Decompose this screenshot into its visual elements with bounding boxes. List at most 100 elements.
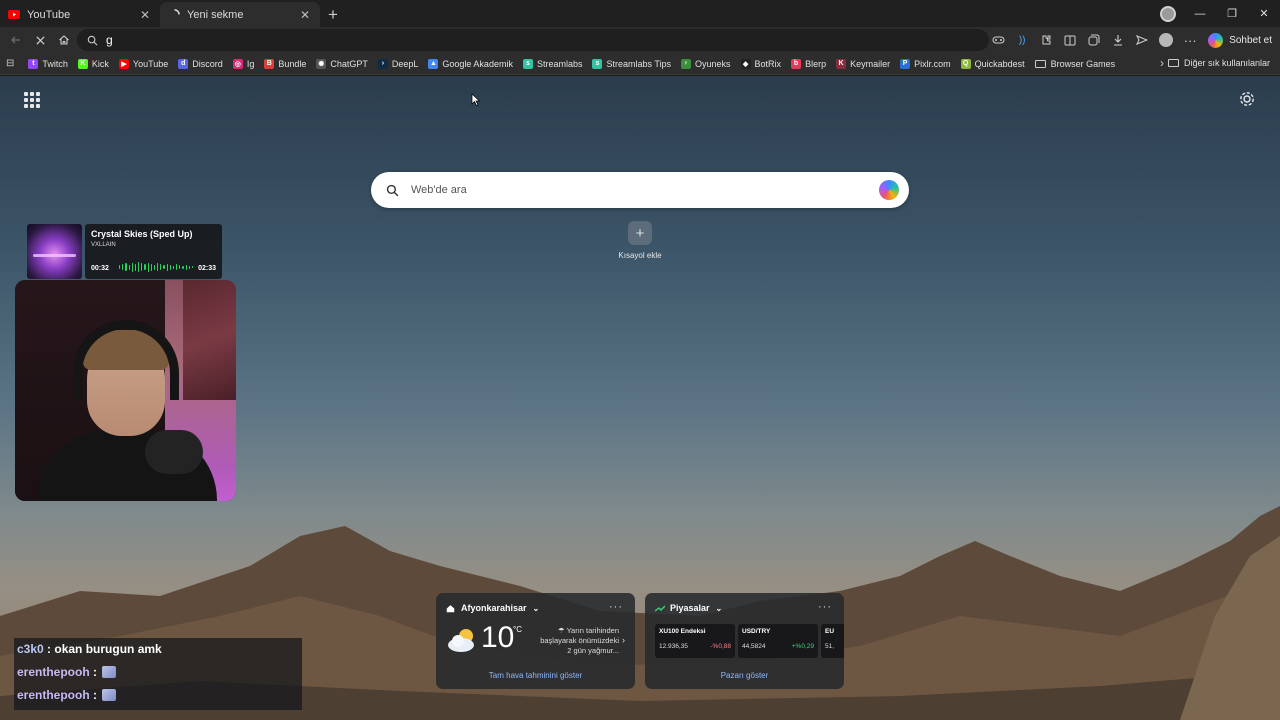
bookmark-ig[interactable]: ◎ Ig — [232, 58, 254, 69]
bookmarks-overflow-chevron-icon[interactable]: › — [1160, 56, 1164, 70]
visualizer-bar — [131, 262, 133, 272]
visualizer-bar — [163, 265, 165, 269]
window-controls: — ❐ ✕ — [1152, 0, 1280, 27]
copilot-icon[interactable] — [879, 180, 899, 200]
bookmark-label: Kick — [91, 58, 109, 69]
split-screen-icon[interactable] — [1058, 28, 1082, 52]
bookmark-streamlabs[interactable]: s Streamlabs — [522, 58, 582, 69]
other-favorites-button[interactable]: Diğer sık kullanılanlar — [1167, 58, 1270, 68]
copilot-icon — [1208, 32, 1224, 48]
stock-name: EU — [825, 628, 835, 635]
bookmark-twitch[interactable]: t Twitch — [28, 58, 68, 69]
discord-icon: d — [178, 58, 189, 69]
bookmark-label: Streamlabs Tips — [606, 58, 672, 69]
add-shortcut-label: Kısayol ekle — [618, 251, 662, 260]
weather-location-selector[interactable]: Afyonkarahisar ⌄ — [446, 603, 539, 613]
settings-gear-icon[interactable] — [1238, 90, 1256, 108]
new-tab-button[interactable]: + — [320, 2, 346, 27]
home-button[interactable] — [52, 28, 76, 52]
bookmark-youtube[interactable]: ▶ YouTube — [118, 58, 168, 69]
bookmark-browser-games[interactable]: Browser Games — [1034, 58, 1116, 69]
weather-forecast-summary[interactable]: ☂ Yarın tarihinden başlayarak önümüzdeki… — [531, 626, 619, 656]
bookmark-blerp[interactable]: b Blerp — [791, 58, 827, 69]
tab-youtube[interactable]: YouTube ✕ — [0, 2, 160, 27]
stock-card[interactable]: USD/TRY 44,5824 +%0,29 — [738, 624, 818, 658]
youtube-icon: ▶ — [118, 58, 129, 69]
profile-button[interactable] — [1152, 0, 1184, 27]
bookmark-label: Twitch — [42, 58, 68, 69]
bookmark-botrix[interactable]: ◆ BotRix — [740, 58, 781, 69]
stock-card[interactable]: XU100 Endeksi 12.936,35 -%0,88 — [655, 624, 735, 658]
bookmark-label: Browser Games — [1050, 58, 1116, 69]
chat-username: erenthepooh — [17, 665, 90, 679]
bookmark-chatgpt[interactable]: ✺ ChatGPT — [316, 58, 368, 69]
close-tab-icon[interactable]: ✕ — [298, 8, 312, 22]
address-bar[interactable] — [77, 29, 989, 51]
now-playing-info: Crystal Skies (Sped Up) VXLLAIN 00:32 02… — [85, 224, 222, 279]
profile-button[interactable] — [1154, 28, 1178, 52]
collections-icon[interactable] — [1082, 28, 1106, 52]
more-options-icon[interactable]: ··· — [609, 601, 623, 613]
add-shortcut-button[interactable]: + Kısayol ekle — [612, 221, 668, 260]
bookmark-label: Oyuneks — [695, 58, 731, 69]
more-options-icon[interactable]: ··· — [818, 601, 832, 613]
deepl-icon: › — [377, 58, 388, 69]
apps-launcher-icon[interactable] — [24, 92, 40, 108]
markets-selector[interactable]: Piyasalar ⌄ — [655, 603, 722, 613]
close-window-button[interactable]: ✕ — [1248, 0, 1280, 27]
web-search-input[interactable] — [411, 184, 851, 196]
bookmark-keymailer[interactable]: K Keymailer — [836, 58, 890, 69]
visualizer-bar — [191, 266, 194, 268]
extensions-icon[interactable] — [1034, 28, 1058, 52]
gamepad-icon[interactable] — [986, 28, 1010, 52]
visualizer-bar — [134, 263, 137, 271]
bookmark-google-akademik[interactable]: ▲ Google Akademik — [428, 58, 513, 69]
chevron-right-icon[interactable]: › — [622, 635, 625, 645]
close-tab-icon[interactable]: ✕ — [138, 8, 152, 22]
bookmark-label: Quickabdest — [974, 58, 1025, 69]
read-aloud-icon[interactable]: )) — [1010, 28, 1034, 52]
emote-icon — [102, 689, 117, 701]
chat-message: c3k0 : okan burugun amk — [17, 642, 162, 656]
copilot-label: Sohbet et — [1229, 34, 1272, 46]
web-search-box[interactable] — [371, 172, 909, 208]
stock-value: 12.936,35 — [659, 643, 688, 650]
markets-widget[interactable]: Piyasalar ⌄ ··· XU100 Endeksi 12.936,35 … — [645, 593, 844, 689]
bookmark-label: Bundle — [278, 58, 307, 69]
download-icon[interactable] — [1106, 28, 1130, 52]
bookmark-bundle[interactable]: B Bundle — [264, 58, 307, 69]
bookmark-oyuneks[interactable]: ♀ Oyuneks — [681, 58, 731, 69]
stream-chat-overlay: c3k0 : okan burugun amk erenthepooh : er… — [14, 638, 302, 710]
more-options-icon[interactable]: ··· — [1178, 28, 1202, 52]
bookmark-kick[interactable]: K Kick — [77, 58, 109, 69]
tab-new-tab[interactable]: Yeni sekme ✕ — [160, 2, 320, 27]
show-market-link[interactable]: Pazarı göster — [645, 671, 844, 680]
bookmark-discord[interactable]: d Discord — [178, 58, 223, 69]
full-forecast-link[interactable]: Tam hava tahminini göster — [436, 671, 635, 680]
address-input[interactable] — [106, 33, 906, 47]
visualizer-bar — [182, 265, 184, 269]
loading-spinner-icon — [168, 9, 180, 21]
markets-title: Piyasalar — [670, 603, 710, 613]
bookmark-streamlabs-tips[interactable]: s Streamlabs Tips — [592, 58, 672, 69]
back-button[interactable] — [4, 28, 28, 52]
toolbar-actions: )) ··· Sohbet et — [986, 28, 1272, 52]
stop-button[interactable] — [28, 28, 52, 52]
share-icon[interactable] — [1130, 28, 1154, 52]
stock-change: -%0,88 — [710, 643, 731, 650]
streamlabs-tips-icon: s — [592, 58, 603, 69]
restore-button[interactable]: ❐ — [1216, 0, 1248, 27]
weather-widget[interactable]: Afyonkarahisar ⌄ ··· 10 °C ☂ Yarın tarih… — [436, 593, 635, 689]
bookmark-pixlr-com[interactable]: P Pixlr.com — [900, 58, 951, 69]
bookmark-label: Blerp — [805, 58, 827, 69]
new-tab-page: + Kısayol ekle Crystal Skies (Sped Up) V… — [0, 76, 1280, 720]
minimize-button[interactable]: — — [1184, 0, 1216, 27]
bookmark-deepl[interactable]: › DeepL — [377, 58, 418, 69]
visualizer-bar — [169, 264, 171, 270]
pixlr-icon: P — [900, 58, 911, 69]
copilot-chat-button[interactable]: Sohbet et — [1208, 32, 1272, 48]
visualizer-bar — [166, 263, 168, 271]
stock-card[interactable]: EU 51, — [821, 624, 844, 658]
bookmark-quickabdest[interactable]: Q Quickabdest — [960, 58, 1025, 69]
tab-actions-icon[interactable]: ⊟ — [6, 58, 14, 69]
